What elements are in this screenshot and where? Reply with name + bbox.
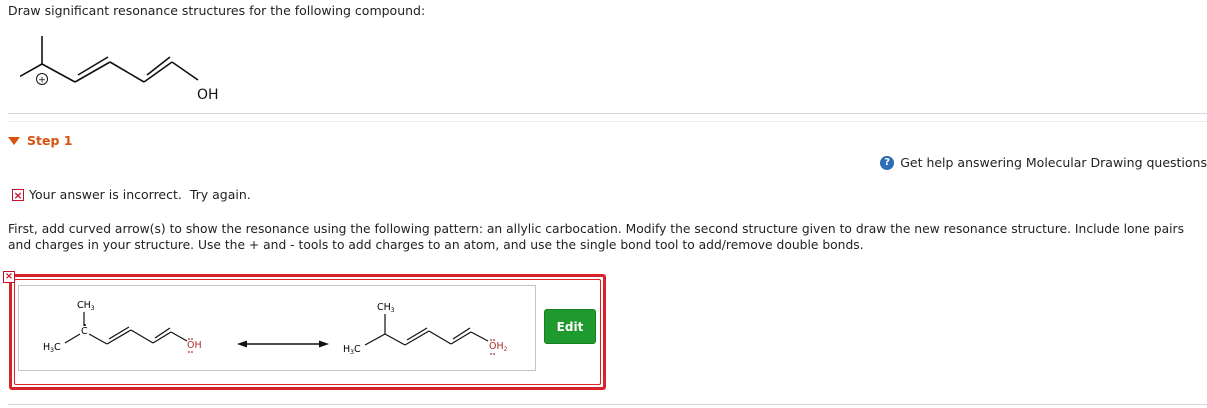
- step-header[interactable]: Step 1: [8, 133, 72, 148]
- divider: [8, 404, 1207, 405]
- feedback-text: Your answer is incorrect. Try again.: [29, 187, 251, 202]
- ch3-label: CH3: [77, 300, 95, 312]
- carbon-label: C: [81, 326, 88, 337]
- structure-2: CH3 H3C OH2: [343, 302, 508, 356]
- edit-button[interactable]: Edit: [544, 309, 596, 344]
- h3c-label: H3C: [343, 344, 361, 356]
- question-icon: ?: [880, 155, 895, 170]
- question-prompt: Draw significant resonance structures fo…: [8, 3, 426, 18]
- charge-label: +: [38, 76, 46, 86]
- oh-label: OH: [187, 340, 202, 351]
- help-text[interactable]: Get help answering Molecular Drawing que…: [900, 155, 1207, 170]
- divider: [8, 121, 1207, 122]
- oh2-label: OH2: [489, 341, 508, 353]
- h3c-label: H3C: [43, 342, 61, 354]
- divider: [8, 113, 1207, 114]
- x-icon: ×: [12, 188, 24, 202]
- drawing-canvas[interactable]: CH3 C H3C OH CH3 H3C OH2: [18, 285, 536, 371]
- structure-1: CH3 C H3C OH: [43, 300, 202, 354]
- help-link[interactable]: ? Get help answering Molecular Drawing q…: [880, 155, 1207, 170]
- feedback-message: × Your answer is incorrect. Try again.: [12, 187, 251, 202]
- error-x-icon: ×: [3, 271, 15, 283]
- step-label: Step 1: [27, 133, 73, 148]
- compound-structure: + OH: [20, 36, 219, 103]
- resonance-arrow: [237, 340, 329, 348]
- ch3-label: CH3: [377, 302, 395, 314]
- instructions: First, add curved arrow(s) to show the r…: [8, 222, 1184, 252]
- oh-label: OH: [197, 87, 219, 103]
- caret-down-icon: [8, 136, 20, 145]
